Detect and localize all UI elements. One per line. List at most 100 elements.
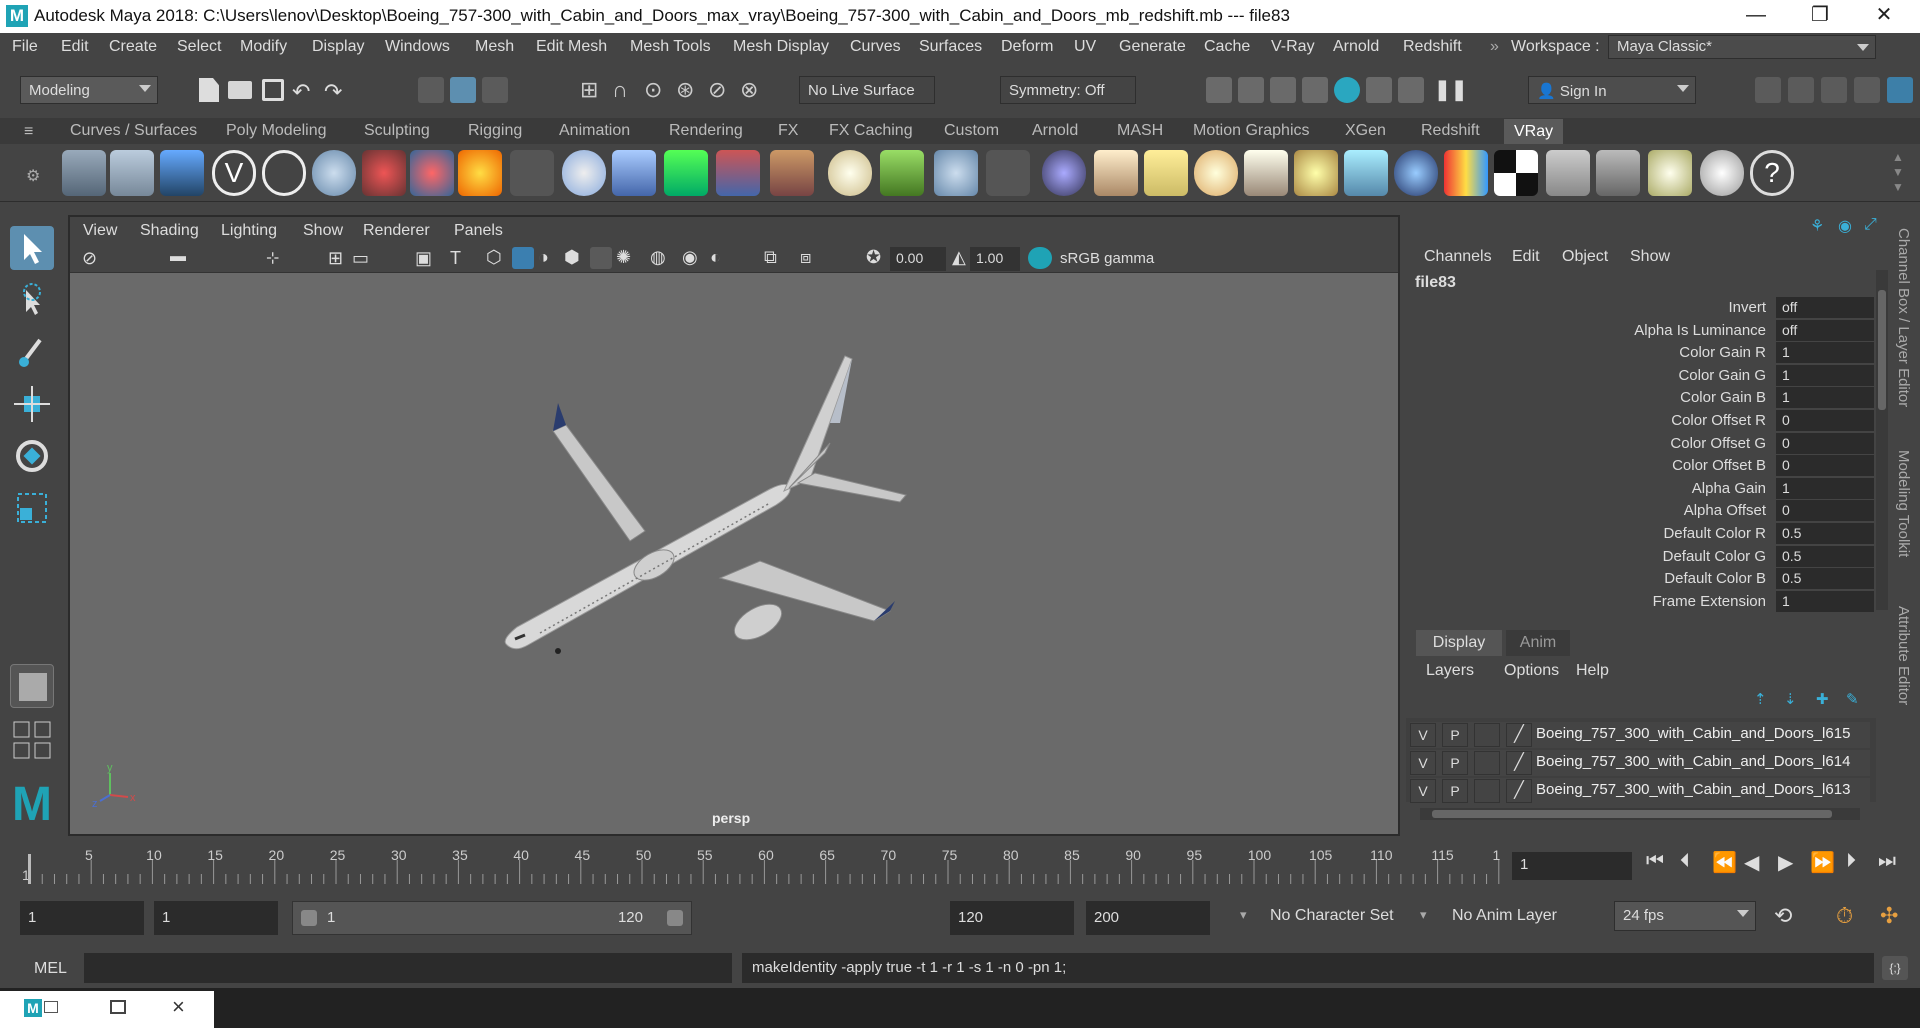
new-scene-icon[interactable] [199,78,219,102]
playback-end-field[interactable]: 120 [950,901,1074,935]
select-by-component-icon[interactable] [482,77,508,103]
viewport-scene[interactable]: y x z persp [70,273,1398,834]
select-by-hierarchy-icon[interactable] [418,77,444,103]
attribute-value[interactable]: 0.5 [1776,568,1874,590]
move-tool-icon[interactable] [10,382,54,426]
menu-windows[interactable]: Windows [385,38,450,56]
tab-display[interactable]: Display [1416,630,1502,656]
symmetry-dropdown[interactable]: Symmetry: Off [1000,76,1136,104]
layer-color-icon[interactable]: ╱ [1506,723,1532,747]
menu-select[interactable]: Select [177,38,221,56]
le-menu-help[interactable]: Help [1576,662,1609,680]
shelf-tab-animation[interactable]: Animation [559,122,630,140]
shelf-settings-gear-icon[interactable]: ⚙ [26,166,40,186]
film-gate-icon[interactable]: ▭ [352,248,369,269]
side-tab-modeling-toolkit[interactable]: Modeling Toolkit [1895,450,1912,557]
airplane-model[interactable] [504,355,907,654]
vray-batch-icon[interactable] [110,150,154,196]
scrollbar-thumb[interactable] [1432,810,1832,818]
modeling-toolkit-icon[interactable] [1755,77,1781,103]
textured-icon[interactable] [590,247,612,269]
vray-sun-icon[interactable] [1294,150,1338,196]
cb-menu-show[interactable]: Show [1630,248,1670,266]
smooth-shade-icon[interactable] [512,247,534,269]
shelf-tab-custom[interactable]: Custom [944,122,999,140]
gamma-icon[interactable]: ◭ [952,247,966,268]
end-time-field[interactable]: 200 [1086,901,1210,935]
vp-menu-renderer[interactable]: Renderer [363,222,430,240]
le-menu-options[interactable]: Options [1504,662,1559,680]
attribute-row[interactable]: Alpha Is Luminance off [1406,319,1886,342]
shelf-tab-motion-graphics[interactable]: Motion Graphics [1193,122,1310,140]
attribute-row[interactable]: Invert off [1406,297,1886,319]
play-forwards-icon[interactable]: ▶ [1778,850,1793,875]
layer-editor-icon[interactable]: ◉ [1838,216,1852,236]
cb-menu-channels[interactable]: Channels [1424,248,1492,266]
menu-surfaces[interactable]: Surfaces [919,38,982,56]
viewport-panel[interactable]: View Shading Lighting Show Renderer Pane… [68,215,1400,836]
vray-render-settings-icon[interactable] [62,150,106,196]
vray-curve-icon[interactable] [986,150,1030,196]
step-back-frame-icon[interactable]: ⏴ [1680,850,1690,873]
channel-box-icon[interactable]: ⚘ [1810,216,1824,236]
menu-deform[interactable]: Deform [1001,38,1053,56]
bookmark-icon[interactable]: ⊹ [266,248,279,268]
menu-mesh-display[interactable]: Mesh Display [733,38,829,56]
go-to-start-icon[interactable]: ⏮ [1646,850,1664,873]
render-region-icon[interactable] [1398,77,1424,103]
chevron-down-icon[interactable]: ▾ [1240,907,1247,923]
four-view-layout-icon[interactable] [10,718,54,762]
vp-menu-shading[interactable]: Shading [140,222,199,240]
layer-playback-toggle[interactable]: P [1442,723,1468,747]
vray-vfb-icon[interactable] [1546,150,1590,196]
redo-icon[interactable]: ↷ [324,79,342,105]
scrollbar-thumb[interactable] [1878,290,1886,410]
attribute-value[interactable]: 0.5 [1776,545,1874,567]
layer-row[interactable]: V P ╱ Boeing_757_300_with_Cabin_and_Doors_l… [1410,722,1870,748]
vray-sphere-icon[interactable] [562,150,606,196]
restore-icon[interactable] [44,1001,58,1013]
auto-key-icon[interactable]: ⏱ [1836,903,1853,929]
playback-start-field[interactable]: 1 [154,901,278,935]
start-time-field[interactable]: 1 [20,901,144,935]
help-icon[interactable]: ? [1750,150,1794,196]
menu-create[interactable]: Create [109,38,157,56]
vray-proxy-icon[interactable] [510,150,554,196]
shelf-tab-redshift[interactable]: Redshift [1421,122,1480,140]
layer-color-icon[interactable]: ╱ [1506,751,1532,775]
tool-settings-icon[interactable] [1854,77,1880,103]
attribute-row[interactable]: Color Gain B 1 [1406,387,1886,409]
menu-mesh-tools[interactable]: Mesh Tools [630,38,711,56]
snap-view-icon[interactable]: ⊛ [676,77,694,103]
time-ruler[interactable]: 15 10 15 20 25 30 35 40 45 50 55 60 65 70 75 80 85 90 95 10… [20,840,1500,890]
shelf-tab-fx[interactable]: FX [778,122,798,140]
attribute-row[interactable]: Color Offset R 0 [1406,410,1886,432]
layer-display-type-toggle[interactable] [1474,751,1500,775]
layer-row[interactable]: V P ╱ Boeing_757_300_with_Cabin_and_Doors_l… [1410,750,1870,776]
attribute-row[interactable]: Color Offset B 0 [1406,455,1886,477]
layer-name[interactable]: Boeing_757_300_with_Cabin_and_Doors_l615 [1536,725,1860,742]
side-tab-channel-box[interactable]: Channel Box / Layer Editor [1895,228,1912,407]
float-panel-icon[interactable]: ⤢ [1864,216,1877,234]
snap-grid-icon[interactable]: ⊞ [580,77,598,103]
tab-anim[interactable]: Anim [1506,630,1570,656]
attribute-value[interactable]: 0.5 [1776,523,1874,544]
script-language-toggle[interactable]: MEL [34,960,67,978]
camera-select-icon[interactable]: ⊘ [82,248,97,269]
maximize-icon[interactable] [110,1000,126,1014]
attribute-value[interactable]: 0 [1776,500,1874,522]
layer-name[interactable]: Boeing_757_300_with_Cabin_and_Doors_l614 [1536,753,1860,770]
snap-curve-icon[interactable]: ∩ [612,77,628,103]
vp-menu-panels[interactable]: Panels [454,222,503,240]
attribute-value[interactable]: 1 [1776,364,1874,386]
move-layer-up-icon[interactable]: ⇡ [1754,690,1767,708]
layer-hscrollbar[interactable] [1420,808,1860,820]
anim-layer-dropdown[interactable]: No Anim Layer [1452,907,1557,925]
layer-name[interactable]: Boeing_757_300_with_Cabin_and_Doors_l613 [1536,781,1860,798]
workspace-dropdown[interactable]: Maya Classic* [1608,35,1876,59]
shelf-tab-xgen[interactable]: XGen [1345,122,1386,140]
minimized-window[interactable]: M × [0,991,214,1028]
render-settings-icon[interactable] [1302,77,1328,103]
new-layer-selected-icon[interactable]: ✎ [1846,690,1859,708]
undo-icon[interactable]: ↶ [292,79,310,105]
